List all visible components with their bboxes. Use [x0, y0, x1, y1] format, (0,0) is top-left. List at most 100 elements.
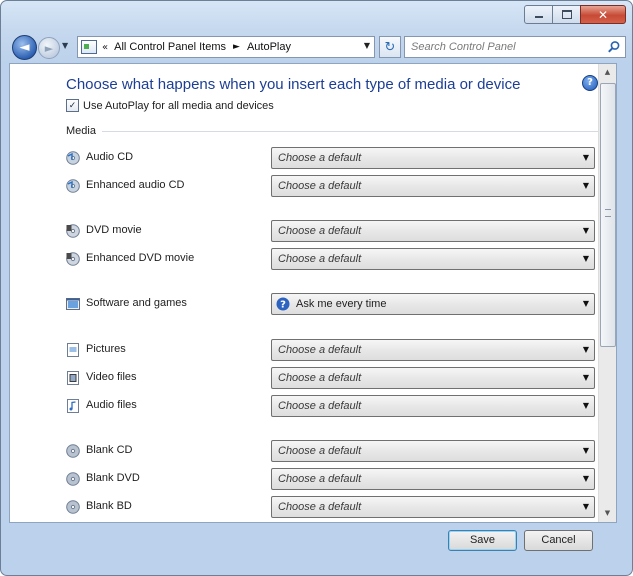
breadcrumb-autoplay[interactable]: AutoPlay [247, 41, 291, 53]
media-row-video-files: Video files Choose a default ▼ [66, 367, 596, 389]
use-autoplay-checkbox[interactable]: ✓ [66, 99, 79, 112]
chevron-down-icon: ▼ [582, 373, 589, 382]
enhanced-dvd-movie-icon [66, 252, 80, 266]
minimize-button[interactable] [524, 5, 553, 24]
pictures-select[interactable]: Choose a default ▼ [271, 339, 595, 361]
recent-pages-dropdown[interactable]: ▼ [62, 41, 68, 50]
chevron-down-icon: ▼ [582, 226, 589, 235]
chevron-down-icon: ▼ [582, 474, 589, 483]
forward-button[interactable]: ► [38, 37, 60, 59]
use-autoplay-option[interactable]: ✓ Use AutoPlay for all media and devices [66, 99, 274, 112]
chevron-down-icon: ▼ [582, 401, 589, 410]
media-label: Blank CD [86, 444, 133, 456]
media-label: Enhanced audio CD [86, 179, 185, 191]
autoplay-window: ✕ ◄ ► ▼ « All Control Panel Items ► Auto… [0, 0, 633, 576]
blank-bd-select[interactable]: Choose a default ▼ [271, 496, 595, 518]
refresh-button[interactable]: ↻ [379, 36, 401, 58]
media-label: Enhanced DVD movie [86, 252, 195, 264]
chevron-down-icon: ▼ [582, 153, 589, 162]
close-icon: ✕ [597, 7, 609, 22]
select-value: Choose a default [278, 344, 362, 356]
enhanced-audio-cd-icon [66, 179, 80, 193]
media-row-blank-bd: Blank BD Choose a default ▼ [66, 496, 596, 518]
select-value: Choose a default [278, 400, 362, 412]
vertical-scrollbar[interactable]: ▲ ▼ [598, 64, 616, 522]
blank-bd-icon [66, 500, 80, 514]
select-value: Ask me every time [296, 298, 387, 310]
audio-files-select[interactable]: Choose a default ▼ [271, 395, 595, 417]
scrollbar-thumb[interactable] [600, 83, 616, 347]
save-button[interactable]: Save [448, 530, 517, 551]
blank-cd-icon [66, 444, 80, 458]
select-value: Choose a default [278, 152, 362, 164]
software-games-icon [66, 298, 80, 310]
media-row-blank-dvd: Blank DVD Choose a default ▼ [66, 468, 596, 490]
scroll-up-icon[interactable]: ▲ [599, 64, 616, 81]
media-label: Blank DVD [86, 472, 140, 484]
media-label: Pictures [86, 343, 126, 355]
minimize-icon [534, 16, 543, 18]
address-chevron[interactable]: « [102, 42, 108, 53]
address-bar[interactable]: « All Control Panel Items ► AutoPlay ▼ [77, 36, 375, 58]
checkmark-icon: ✓ [68, 100, 77, 111]
dvd-movie-icon [66, 224, 80, 238]
search-icon[interactable] [607, 40, 621, 54]
address-dropdown-icon[interactable]: ▼ [364, 41, 370, 50]
enhanced-dvd-movie-select[interactable]: Choose a default ▼ [271, 248, 595, 270]
media-label: Software and games [86, 297, 187, 309]
select-value: Choose a default [278, 501, 362, 513]
shield-icon: ? [276, 297, 290, 311]
audio-files-icon [67, 399, 79, 413]
media-row-pictures: Pictures Choose a default ▼ [66, 339, 596, 361]
search-input[interactable] [411, 39, 601, 54]
media-label: Audio CD [86, 151, 134, 163]
select-value: Choose a default [278, 180, 362, 192]
audio-cd-select[interactable]: Choose a default ▼ [271, 147, 595, 169]
chevron-down-icon: ▼ [582, 502, 589, 511]
page-title: Choose what happens when you insert each… [66, 76, 521, 93]
refresh-icon: ↻ [384, 39, 396, 55]
caption-buttons: ✕ [524, 5, 626, 24]
help-icon[interactable]: ? [582, 75, 598, 91]
media-label: DVD movie [86, 224, 142, 236]
media-row-blank-cd: Blank CD Choose a default ▼ [66, 440, 596, 462]
breadcrumb-all-items[interactable]: All Control Panel Items [114, 41, 226, 53]
media-row-audio-files: Audio files Choose a default ▼ [66, 395, 596, 417]
grip-icon [605, 209, 611, 217]
media-row-enhanced-dvd-movie: Enhanced DVD movie Choose a default ▼ [66, 248, 596, 270]
software-games-select[interactable]: ? Ask me every time ▼ [271, 293, 595, 315]
media-row-software-games: Software and games ? Ask me every time ▼ [66, 293, 596, 315]
select-value: Choose a default [278, 253, 362, 265]
use-autoplay-label[interactable]: Use AutoPlay for all media and devices [83, 100, 274, 112]
cancel-button[interactable]: Cancel [524, 530, 593, 551]
section-title: Media [66, 125, 96, 137]
maximize-button[interactable] [552, 5, 581, 24]
breadcrumb-separator-icon[interactable]: ► [233, 42, 240, 52]
dvd-movie-select[interactable]: Choose a default ▼ [271, 220, 595, 242]
section-divider [101, 130, 598, 132]
blank-dvd-icon [66, 472, 80, 486]
content-pane: ? Choose what happens when you insert ea… [9, 63, 617, 523]
select-value: Choose a default [278, 473, 362, 485]
search-box[interactable] [404, 36, 626, 58]
dialog-footer: Save Cancel [9, 523, 624, 567]
chevron-down-icon: ▼ [582, 345, 589, 354]
scroll-down-icon[interactable]: ▼ [599, 505, 616, 522]
chevron-down-icon: ▼ [582, 254, 589, 263]
close-button[interactable]: ✕ [580, 5, 626, 24]
blank-cd-select[interactable]: Choose a default ▼ [271, 440, 595, 462]
back-arrow-icon: ◄ [19, 40, 30, 55]
navigation-bar: ◄ ► ▼ « All Control Panel Items ► AutoPl… [9, 34, 626, 60]
media-row-enhanced-audio-cd: Enhanced audio CD Choose a default ▼ [66, 175, 596, 197]
pictures-icon [67, 343, 79, 357]
enhanced-audio-cd-select[interactable]: Choose a default ▼ [271, 175, 595, 197]
select-value: Choose a default [278, 372, 362, 384]
media-section-header: Media [66, 125, 598, 137]
media-row-audio-cd: Audio CD Choose a default ▼ [66, 147, 596, 169]
chevron-down-icon: ▼ [582, 181, 589, 190]
chevron-down-icon: ▼ [582, 299, 589, 308]
video-files-select[interactable]: Choose a default ▼ [271, 367, 595, 389]
svg-text:?: ? [280, 300, 286, 311]
back-button[interactable]: ◄ [12, 35, 37, 60]
blank-dvd-select[interactable]: Choose a default ▼ [271, 468, 595, 490]
